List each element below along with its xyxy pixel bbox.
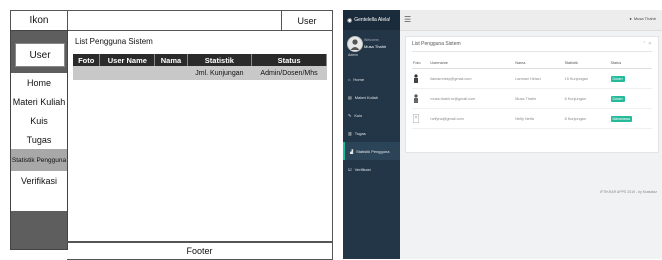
wf-menu-kuis[interactable]: Kuis bbox=[11, 111, 67, 130]
status-badge[interactable]: Mahasiswa bbox=[610, 115, 633, 122]
app-th-statistik: Statistik bbox=[563, 57, 610, 69]
user-photo-icon bbox=[414, 93, 418, 103]
wf-sidebar: User Home Materi Kuliah Kuis Tugas Stati… bbox=[10, 30, 68, 250]
app-nav-tugas[interactable]: ▥ Tugas bbox=[343, 124, 400, 142]
app-nav-verifikasi[interactable]: ☑ Verifikasi bbox=[343, 160, 400, 178]
app-td-foto bbox=[412, 68, 430, 89]
app-td-username: ilamamrizky@gmail.com bbox=[429, 68, 515, 89]
app-brand-text: Gentelella Alela! bbox=[354, 17, 391, 23]
app-welcome: Welcome, bbox=[364, 38, 380, 42]
wf-th-status: Status bbox=[251, 54, 327, 66]
app-nav-label: Materi Kuliah bbox=[354, 94, 379, 100]
wf-top-user[interactable]: User bbox=[281, 11, 332, 30]
table-row: Jml. Kunjungan Admin/Dosen/Mhs bbox=[73, 66, 327, 80]
divider bbox=[412, 51, 652, 52]
app-user-table: Foto Username Nama Statistik Status ilam… bbox=[412, 57, 652, 129]
wf-menu: Home Materi Kuliah Kuis Tugas Statistik … bbox=[11, 73, 67, 211]
app-nav-label: Kuis bbox=[354, 112, 363, 118]
app-th-nama: Nama bbox=[514, 57, 564, 69]
wf-th-foto: Foto bbox=[73, 54, 101, 66]
app-td-status: Dosen bbox=[609, 68, 652, 89]
app-td-status: Dosen bbox=[609, 88, 652, 109]
app-td-nama: Lamrani Helaci bbox=[514, 68, 564, 89]
app-username: Musa Thahir bbox=[364, 44, 387, 49]
wf-th-nama: Nama bbox=[154, 54, 188, 66]
table-row: nelfyna@gmail.com Nelfy Nelfa 8 Kunjunga… bbox=[412, 108, 652, 129]
app-nav-home[interactable]: ⌂ Home bbox=[343, 70, 400, 88]
app-nav-kuis[interactable]: ✎ Kuis bbox=[343, 106, 400, 124]
wf-th-statistik: Statistik bbox=[187, 54, 253, 66]
app-th-status: Status bbox=[609, 57, 652, 69]
wf-logo-box: Ikon bbox=[10, 10, 68, 31]
wf-menu-verifikasi[interactable]: Verifikasi bbox=[11, 171, 67, 190]
wf-user-table: Foto User Name Nama Statistik Status Jml… bbox=[73, 54, 327, 80]
wf-menu-tugas[interactable]: Tugas bbox=[11, 130, 67, 149]
wf-td-statistik: Jml. Kunjungan bbox=[187, 66, 252, 80]
app-top-user-name: Musa Thahir bbox=[633, 16, 656, 21]
wireframe-mockup: Ikon User User Home Materi Kuliah Kuis T… bbox=[0, 0, 334, 260]
wf-td-status: Admin/Dosen/Mhs bbox=[251, 66, 327, 80]
panel-tools-icon[interactable]: ⌃ ✕ bbox=[642, 41, 652, 47]
app-nav-label: Home bbox=[353, 76, 365, 82]
app-nav-label: Verifikasi bbox=[354, 166, 371, 172]
book-icon: ▤ bbox=[348, 94, 352, 100]
app-nav-label: Tugas bbox=[354, 130, 366, 136]
app-th-username: Username bbox=[429, 57, 515, 69]
app-td-status: Mahasiswa bbox=[609, 108, 652, 129]
app-panel-title: List Pengguna Sistem bbox=[412, 41, 461, 47]
user-photo-icon bbox=[413, 113, 419, 123]
wf-footer: Footer bbox=[67, 242, 333, 260]
wf-section-title: List Pengguna Sistem bbox=[75, 37, 153, 46]
app-sidebar: ◉ Gentelella Alela! Welcome, Musa Thahir… bbox=[343, 10, 400, 259]
wf-main-content: List Pengguna Sistem Foto User Name Nama… bbox=[67, 30, 333, 242]
chart-icon: ▟ bbox=[350, 148, 354, 154]
app-top-user[interactable]: ● Musa Thahir bbox=[629, 16, 656, 21]
wf-td-nama bbox=[154, 66, 188, 80]
wf-td-foto bbox=[73, 66, 100, 80]
app-brand[interactable]: ◉ Gentelella Alela! bbox=[343, 10, 400, 30]
app-td-nama: Musa Thahir bbox=[514, 88, 564, 109]
wf-td-username bbox=[99, 66, 155, 80]
wf-menu-statistik[interactable]: Statistik Pengguna bbox=[11, 149, 67, 171]
app-td-statistik: 15 Kunjungan bbox=[563, 68, 610, 89]
app-topbar: ☰ ● Musa Thahir bbox=[400, 10, 662, 31]
app-profile: Welcome, Musa Thahir Admin bbox=[347, 36, 397, 66]
app-td-username: nelfyna@gmail.com bbox=[429, 108, 515, 129]
user-avatar-icon: ● bbox=[629, 16, 632, 21]
app-td-foto bbox=[412, 88, 430, 109]
app-screenshot: ◉ Gentelella Alela! Welcome, Musa Thahir… bbox=[343, 10, 662, 259]
app-td-statistik: 6 Kunjungan bbox=[563, 88, 610, 109]
check-icon: ☑ bbox=[348, 166, 352, 172]
wf-th-username: User Name bbox=[99, 54, 156, 66]
menu-toggle-icon[interactable]: ☰ bbox=[404, 15, 411, 24]
app-td-statistik: 8 Kunjungan bbox=[563, 108, 610, 129]
app-user-panel: List Pengguna Sistem ⌃ ✕ Foto Username N… bbox=[405, 36, 659, 153]
app-role: Admin bbox=[348, 53, 358, 57]
wf-menu-home[interactable]: Home bbox=[11, 73, 67, 92]
app-nav: ⌂ Home ▤ Materi Kuliah ✎ Kuis ▥ Tugas ▟ … bbox=[343, 70, 400, 178]
app-td-foto bbox=[412, 108, 430, 129]
wf-top-bar: User bbox=[67, 10, 333, 31]
app-nav-label: Statistik Pengguna bbox=[356, 148, 390, 154]
app-td-username: musa.thahir.m@gmail.com bbox=[429, 88, 515, 109]
edit-icon: ✎ bbox=[348, 112, 352, 118]
status-badge[interactable]: Dosen bbox=[610, 75, 625, 82]
app-td-nama: Nelfy Nelfa bbox=[514, 108, 564, 129]
user-photo-icon bbox=[350, 39, 360, 50]
avatar bbox=[347, 36, 363, 52]
wf-menu-materi[interactable]: Materi Kuliah bbox=[11, 92, 67, 111]
status-badge[interactable]: Dosen bbox=[610, 95, 625, 102]
wf-sidebar-user[interactable]: User bbox=[15, 43, 65, 67]
table-row: musa.thahir.m@gmail.com Musa Thahir 6 Ku… bbox=[412, 88, 652, 109]
app-footer: IFTIKHAR APPS 2019 - by Mustafaz bbox=[600, 190, 657, 194]
app-nav-materi[interactable]: ▤ Materi Kuliah bbox=[343, 88, 400, 106]
task-icon: ▥ bbox=[348, 130, 352, 136]
table-row: ilamamrizky@gmail.com Lamrani Helaci 15 … bbox=[412, 68, 652, 89]
paw-icon: ◉ bbox=[347, 17, 353, 24]
home-icon: ⌂ bbox=[348, 76, 351, 82]
app-nav-statistik[interactable]: ▟ Statistik Pengguna bbox=[343, 142, 400, 160]
user-photo-icon bbox=[414, 73, 418, 83]
app-th-foto: Foto bbox=[412, 57, 430, 69]
